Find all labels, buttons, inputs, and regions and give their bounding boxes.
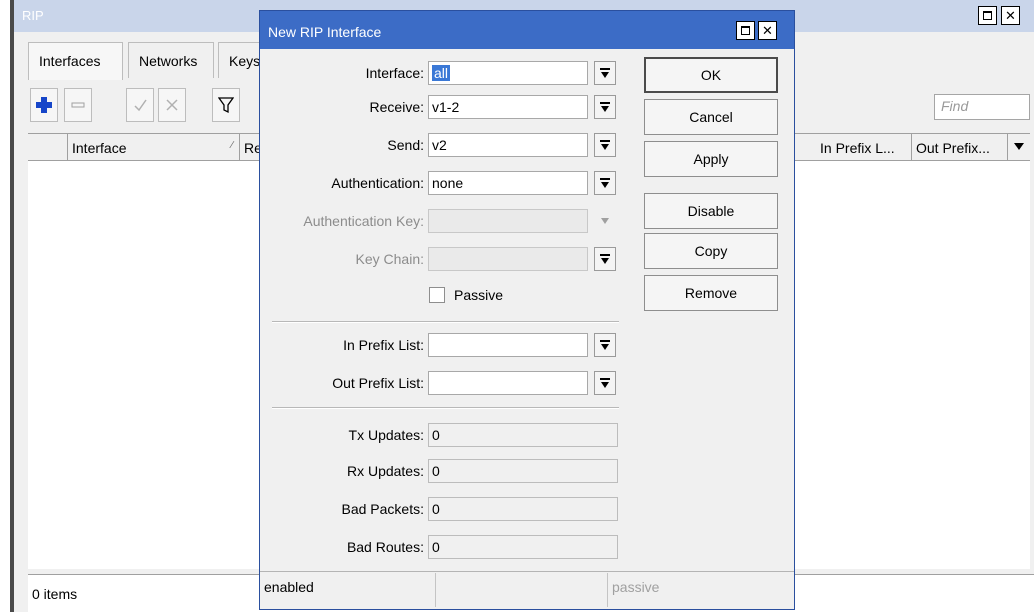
authentication-key-dropdown-button <box>594 209 616 233</box>
close-icon[interactable]: ✕ <box>758 21 777 40</box>
in-prefix-list-field[interactable] <box>428 333 588 357</box>
ok-button[interactable]: OK <box>644 57 778 93</box>
dialog-title: New RIP Interface <box>268 24 382 40</box>
receive-field[interactable]: v1-2 <box>428 95 588 119</box>
chevron-down-icon <box>1014 143 1024 150</box>
separator <box>272 407 619 409</box>
tx-updates-value: 0 <box>428 423 618 447</box>
column-in-prefix-list[interactable]: In Prefix L... <box>816 134 912 160</box>
dropdown-icon <box>600 216 610 226</box>
separator <box>272 321 619 323</box>
close-icon[interactable]: ✕ <box>1001 6 1020 25</box>
dropdown-icon <box>600 140 610 150</box>
disable-button[interactable]: Disable <box>644 193 778 229</box>
interface-label: Interface: <box>365 65 424 81</box>
rx-updates-value: 0 <box>428 459 618 483</box>
items-count: 0 items <box>32 586 78 602</box>
column-menu-button[interactable] <box>1008 134 1030 160</box>
dropdown-icon <box>600 340 610 350</box>
authentication-field[interactable]: none <box>428 171 588 195</box>
dropdown-icon <box>600 178 610 188</box>
in-prefix-list-label: In Prefix List: <box>343 337 424 353</box>
interface-dropdown-button[interactable] <box>594 61 616 85</box>
tab-networks[interactable]: Networks <box>128 42 214 78</box>
passive-label: Passive <box>454 287 504 303</box>
interface-field[interactable]: all <box>428 61 588 85</box>
add-icon <box>36 97 52 113</box>
dialog-status-bar: enabled passive <box>260 571 794 609</box>
add-button[interactable] <box>30 88 58 122</box>
status-enabled: enabled <box>260 573 436 607</box>
filter-icon <box>218 97 234 114</box>
dialog-titlebar[interactable]: New RIP Interface ✕ <box>260 11 794 49</box>
column-checkbox-header[interactable] <box>28 134 68 160</box>
receive-label: Receive: <box>369 99 424 115</box>
disable-button[interactable] <box>158 88 186 122</box>
filter-button[interactable] <box>212 88 240 122</box>
dropdown-icon <box>600 378 610 388</box>
status-passive: passive <box>612 579 660 595</box>
find-input[interactable]: Find <box>934 94 1030 120</box>
send-label: Send: <box>387 137 424 153</box>
dropdown-icon <box>600 254 610 264</box>
apply-button[interactable]: Apply <box>644 141 778 177</box>
disable-icon <box>166 99 178 111</box>
bad-packets-label: Bad Packets: <box>341 501 425 517</box>
enable-icon <box>134 99 147 112</box>
restore-icon[interactable] <box>736 21 755 40</box>
passive-checkbox[interactable] <box>429 287 445 303</box>
authentication-key-label: Authentication Key: <box>303 213 424 229</box>
key-chain-field <box>428 247 588 271</box>
column-interface[interactable]: Interface ∕ <box>68 134 240 160</box>
bad-routes-value: 0 <box>428 535 618 559</box>
send-field[interactable]: v2 <box>428 133 588 157</box>
copy-button[interactable]: Copy <box>644 233 778 269</box>
out-prefix-list-label: Out Prefix List: <box>332 375 424 391</box>
restore-icon[interactable] <box>978 6 997 25</box>
key-chain-dropdown-button[interactable] <box>594 247 616 271</box>
in-prefix-list-dropdown-button[interactable] <box>594 333 616 357</box>
new-rip-interface-dialog: New RIP Interface ✕ Interface: all Recei… <box>259 10 795 610</box>
key-chain-label: Key Chain: <box>355 251 424 267</box>
out-prefix-list-dropdown-button[interactable] <box>594 371 616 395</box>
cancel-button[interactable]: Cancel <box>644 99 778 135</box>
authentication-dropdown-button[interactable] <box>594 171 616 195</box>
rx-updates-label: Rx Updates: <box>346 463 424 479</box>
dropdown-icon <box>600 68 610 78</box>
authentication-key-field <box>428 209 588 233</box>
bad-routes-label: Bad Routes: <box>346 539 424 555</box>
receive-dropdown-button[interactable] <box>594 95 616 119</box>
sort-icon: ∕ <box>231 140 233 151</box>
bad-packets-value: 0 <box>428 497 618 521</box>
remove-icon <box>71 102 85 108</box>
authentication-label: Authentication: <box>331 175 424 191</box>
tab-interfaces[interactable]: Interfaces <box>28 42 123 80</box>
dropdown-icon <box>600 102 610 112</box>
rip-window-title: RIP <box>22 8 44 23</box>
remove-button[interactable]: Remove <box>644 275 778 311</box>
column-out-prefix-list[interactable]: Out Prefix... <box>912 134 1008 160</box>
enable-button[interactable] <box>126 88 154 122</box>
out-prefix-list-field[interactable] <box>428 371 588 395</box>
remove-button[interactable] <box>64 88 92 122</box>
status-middle <box>436 573 608 607</box>
send-dropdown-button[interactable] <box>594 133 616 157</box>
tx-updates-label: Tx Updates: <box>348 427 424 443</box>
